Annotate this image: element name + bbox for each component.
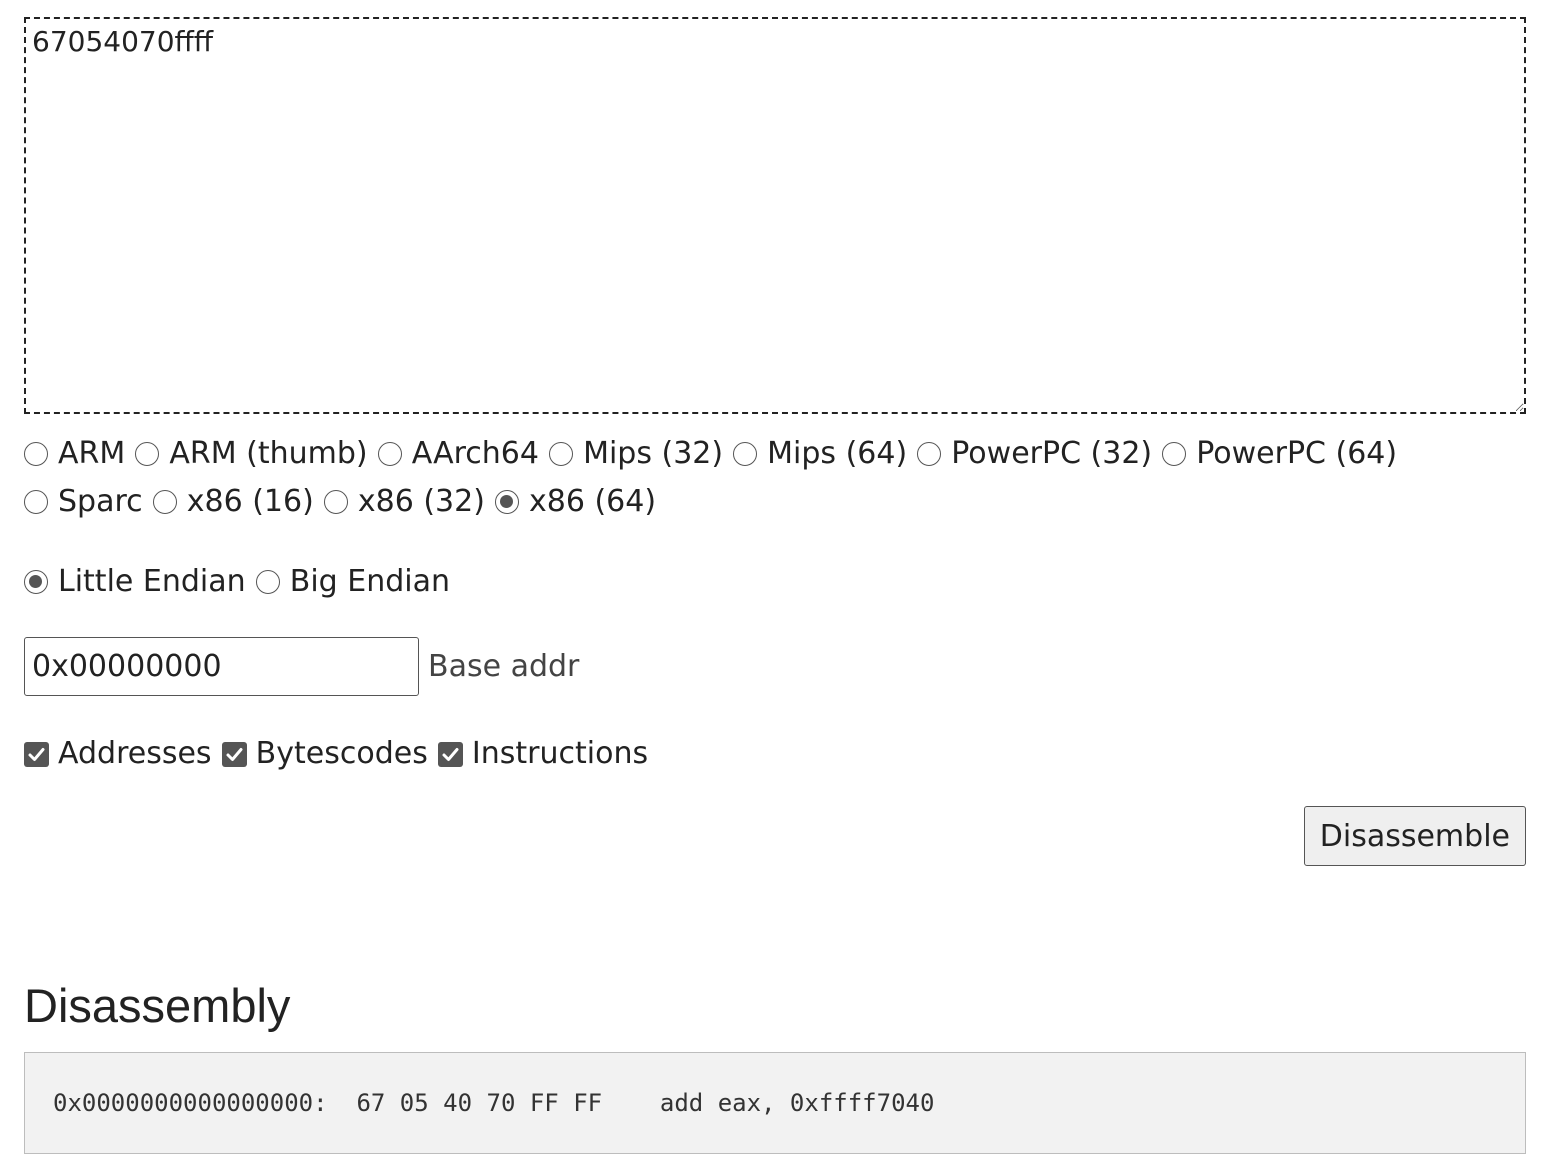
button-row: Disassemble [24,806,1526,866]
radio-button[interactable] [917,442,942,466]
radio-button[interactable] [1162,442,1187,466]
disassembly-output: 0x0000000000000000: 67 05 40 70 FF FF ad… [24,1052,1526,1154]
arch-option-mips-32[interactable]: Mips (32) [549,430,723,478]
arch-label: AArch64 [411,436,539,471]
arch-label: x86 (16) [186,484,314,519]
disassemble-button[interactable]: Disassemble [1303,806,1526,866]
option-label: Bytescodes [255,736,428,771]
base-address-row: Base addr [24,637,1526,696]
radio-button[interactable] [733,442,758,466]
arch-option-sparc[interactable]: Sparc [24,478,143,526]
arch-option-powerpc-64[interactable]: PowerPC (64) [1162,430,1397,478]
radio-button[interactable] [323,490,348,514]
instruction-bytes: 67 05 40 70 FF FF [356,1089,603,1117]
arch-option-arm-thumb[interactable]: ARM (thumb) [135,430,368,478]
arch-label: ARM [58,436,126,471]
endian-label: Big Endian [289,564,450,599]
base-address-label: Base addr [428,649,580,684]
arch-label: Mips (64) [767,436,908,471]
radio-button[interactable] [24,490,48,514]
endian-option-big[interactable]: Big Endian [255,558,450,606]
radio-button[interactable] [152,490,177,514]
architecture-radio-group: ARM ARM (thumb) AArch64 Mips (32) Mips (… [24,430,1526,526]
arch-label: Mips (32) [583,436,724,471]
radio-button[interactable] [24,570,48,594]
radio-button[interactable] [495,490,520,514]
option-addresses[interactable]: Addresses [24,730,212,778]
checkmark-icon [226,747,243,761]
checkbox[interactable] [437,741,463,767]
option-label: Addresses [58,736,212,771]
endianness-radio-group: Little Endian Big Endian [24,558,1526,606]
column-gap [602,1089,660,1117]
radio-button[interactable] [377,442,402,466]
radio-button[interactable] [255,570,280,594]
column-gap [328,1089,357,1117]
option-label: Instructions [471,736,649,771]
instruction-text: add eax, 0xffff7040 [659,1089,935,1117]
arch-label: x86 (32) [357,484,485,519]
display-options-group: Addresses Bytescodes Instructions [24,730,1526,778]
checkmark-icon [442,747,459,761]
endian-label: Little Endian [58,564,246,599]
option-instructions[interactable]: Instructions [437,730,649,778]
arch-option-mips-64[interactable]: Mips (64) [733,430,907,478]
arch-option-x86-32[interactable]: x86 (32) [323,478,485,526]
arch-label: x86 (64) [529,484,657,519]
disassembly-heading: Disassembly [24,979,291,1032]
arch-option-arm[interactable]: ARM [24,430,125,478]
checkmark-icon [28,747,45,761]
arch-label: PowerPC (32) [951,436,1153,471]
radio-button[interactable] [24,442,48,466]
arch-option-x86-16[interactable]: x86 (16) [152,478,314,526]
radio-button[interactable] [549,442,574,466]
hex-code-input[interactable] [24,17,1526,414]
arch-label: Sparc [58,484,143,519]
disassembler-form: ARM ARM (thumb) AArch64 Mips (32) Mips (… [24,17,1526,866]
checkbox[interactable] [24,741,49,767]
arch-option-x86-64[interactable]: x86 (64) [495,478,656,526]
instruction-address: 0x0000000000000000: [53,1089,328,1117]
arch-label: ARM (thumb) [169,436,368,471]
arch-option-powerpc-32[interactable]: PowerPC (32) [917,430,1152,478]
checkbox[interactable] [221,741,247,767]
arch-option-aarch64[interactable]: AArch64 [377,430,539,478]
arch-label: PowerPC (64) [1196,436,1398,471]
option-bytescodes[interactable]: Bytescodes [221,730,428,778]
base-address-input[interactable] [24,637,419,696]
endian-option-little[interactable]: Little Endian [24,558,246,606]
radio-button[interactable] [135,442,160,466]
